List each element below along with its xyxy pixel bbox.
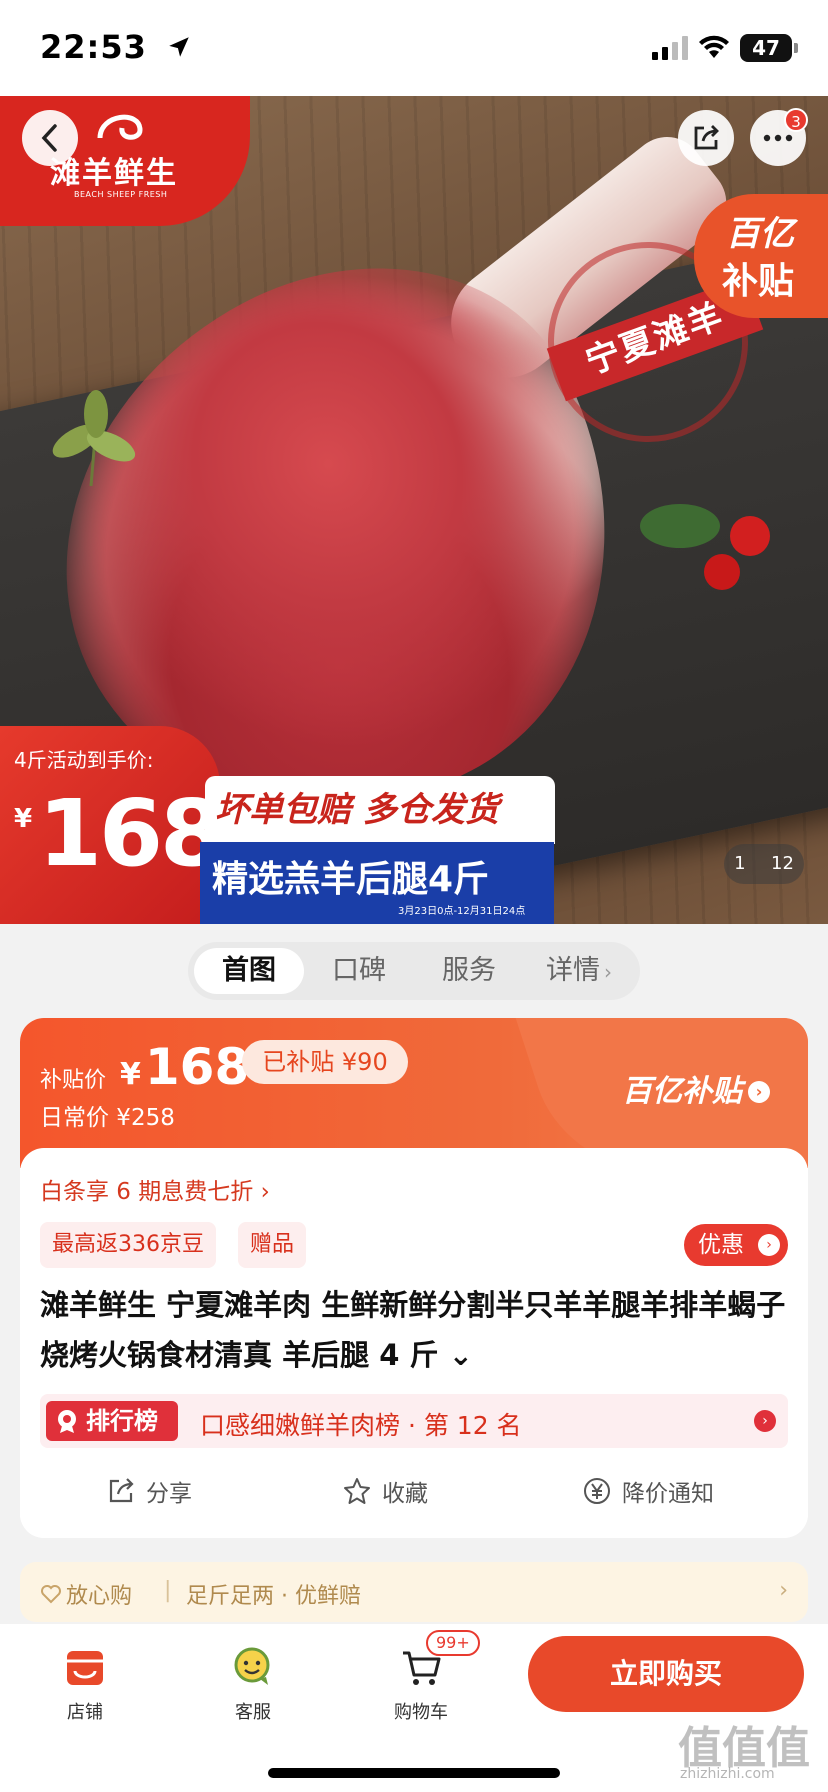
star-icon (344, 1478, 370, 1504)
activity-price-value: 168 (38, 780, 224, 887)
daily-price: 日常价 ¥258 (40, 1105, 175, 1131)
assurance-items: 足斤足两 · 优鲜赔 (186, 1584, 361, 1609)
share-action[interactable]: 分享 (106, 1474, 192, 1508)
image-counter: 1 12 (724, 844, 804, 884)
price-drop-notify-action[interactable]: 降价通知 (582, 1474, 714, 1508)
subsidy-badge-line2: 补贴 (722, 261, 795, 302)
promo-date-text: 3月23日0点-12月31日24点 (398, 906, 526, 917)
image-total: 12 (771, 853, 794, 874)
tab-services[interactable]: 服务 (414, 948, 524, 994)
subsidy-amount-pill: 已补贴 ¥90 (242, 1040, 408, 1084)
heart-check-icon (41, 1585, 61, 1604)
favorite-action[interactable]: 收藏 (342, 1474, 428, 1508)
assurance-label: 放心购 (40, 1578, 132, 1610)
share-icon (694, 125, 719, 150)
cart-count-badge: 99+ (426, 1630, 480, 1656)
tomato-garnish-decoration (640, 504, 770, 590)
billion-subsidy-badge: 百亿 补贴 (694, 194, 828, 318)
wifi-icon (699, 35, 729, 58)
yen-circle-icon (584, 1478, 610, 1504)
herb-leaf-decoration (52, 390, 136, 487)
ranking-bar[interactable]: 排行榜 口感细嫩鲜羊肉榜 · 第 12 名 › (40, 1394, 788, 1448)
status-time: 22:53 (40, 28, 147, 66)
subsidy-price: ¥168 (120, 1038, 250, 1096)
promo-guarantee-text: 坏单包赔 多仓发货 (205, 776, 555, 844)
image-index: 1 (734, 853, 746, 874)
battery-indicator: 47 (740, 34, 798, 62)
home-indicator[interactable] (268, 1768, 560, 1778)
location-arrow-icon (169, 37, 189, 57)
tab-details[interactable]: 详情 › (524, 948, 634, 994)
customer-service-icon (234, 1647, 270, 1685)
section-tabs: 首图 口碑 服务 详情 › (188, 942, 640, 1000)
coupon-button[interactable]: 优惠 › (684, 1224, 788, 1266)
product-info-card: 补贴价 ¥168 已补贴 ¥90 日常价 ¥258 百亿补贴 › 白条享 6 期息… (20, 1018, 808, 1538)
ranking-text: 口感细嫩鲜羊肉榜 · 第 12 名 (200, 1411, 522, 1440)
subsidy-price-header: 补贴价 ¥168 已补贴 ¥90 日常价 ¥258 百亿补贴 › (20, 1018, 808, 1168)
medal-icon (58, 1410, 76, 1433)
product-title[interactable]: 滩羊鲜生 宁夏滩羊肉 生鲜新鲜分割半只羊羊腿羊排羊蝎子烧烤火锅食材清真 羊后腿 … (40, 1280, 796, 1380)
activity-price-label: 4斤活动到手价: (14, 748, 154, 772)
notification-badge: 3 (784, 108, 808, 132)
billion-subsidy-link[interactable]: 百亿补贴 › (622, 1066, 770, 1110)
ranking-tag: 排行榜 (46, 1401, 178, 1441)
chevron-right-icon: › (754, 1410, 776, 1432)
activity-price-banner: 4斤活动到手价: ¥ 168 (0, 726, 224, 924)
more-dots-icon (763, 134, 793, 142)
product-image-gallery[interactable]: 滩羊鲜生 BEACH SHEEP FRESH 3 宁夏滩羊 百亿 补贴 4斤活动… (0, 96, 828, 924)
assurance-strip[interactable]: 放心购 | 足斤足两 · 优鲜赔 › (20, 1562, 808, 1622)
chevron-right-icon: › (779, 1578, 788, 1603)
buy-now-button[interactable]: 立即购买 (528, 1636, 804, 1712)
brand-subtitle: BEACH SHEEP FRESH (74, 190, 168, 199)
tab-reviews[interactable]: 口碑 (304, 948, 414, 994)
cellular-signal-icon (652, 36, 688, 60)
tab-main-image[interactable]: 首图 (194, 948, 304, 994)
share-button[interactable] (678, 110, 734, 166)
sheep-logo-icon (97, 114, 143, 140)
status-bar: 22:53 47 (0, 0, 828, 96)
watermark-url: zhizhizhi.com (680, 1766, 775, 1782)
chevron-right-icon: › (748, 1081, 770, 1103)
installment-offer[interactable]: 白条享 6 期息费七折 › (40, 1172, 270, 1206)
activity-price-currency: ¥ (14, 804, 33, 834)
chevron-right-icon: › (758, 1234, 780, 1256)
customer-service-button[interactable]: 客服 (198, 1642, 308, 1724)
promo-product-banner: 精选羔羊后腿4斤 3月23日0点-12月31日24点 (200, 842, 554, 924)
chevron-left-icon (41, 124, 57, 152)
gift-chip[interactable]: 赠品 (238, 1222, 307, 1268)
divider: | (164, 1578, 172, 1603)
shop-button[interactable]: 店铺 (30, 1642, 140, 1724)
product-details: 白条享 6 期息费七折 › 最高返336京豆 赠品 优惠 › 滩羊鲜生 宁夏滩羊… (20, 1148, 808, 1538)
promo-product-text: 精选羔羊后腿4斤 (212, 859, 490, 900)
back-button[interactable] (22, 110, 78, 166)
shop-icon (67, 1651, 103, 1685)
subsidy-badge-line1: 百亿 (726, 214, 794, 254)
jd-beans-chip[interactable]: 最高返336京豆 (40, 1222, 216, 1268)
chevron-right-icon: › (604, 960, 612, 984)
subsidy-price-label: 补贴价 (40, 1068, 107, 1093)
share-icon (109, 1478, 134, 1503)
